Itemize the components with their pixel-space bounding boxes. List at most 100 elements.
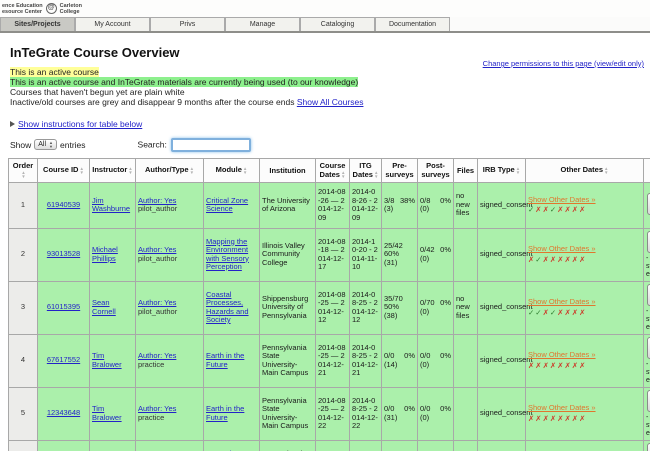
logo-line1: ence Education: [2, 2, 43, 9]
change-permissions-link[interactable]: Change permissions to this page (view/ed…: [483, 59, 644, 68]
module-link[interactable]: Earth in the Future: [206, 351, 244, 369]
x-icon: ✗: [579, 307, 587, 317]
files-cell: [453, 386, 478, 441]
serc-logo: ence Education esource Center @ Carleton…: [2, 3, 82, 15]
author-type-text: pilot_author: [138, 204, 178, 213]
notes-cell: NewNote »- unknown students exist: [643, 280, 650, 335]
note-extra-text: - unknown students exist: [646, 360, 650, 384]
col-header-pre-surveys[interactable]: Pre-surveys: [381, 157, 418, 183]
table-row: 6 71435858 Tim Bralower Author: Yespilot…: [8, 439, 650, 451]
tab-cataloging[interactable]: Cataloging: [300, 17, 375, 31]
other-dates-cell: Show Other Dates »✗✗✗✗✗✗✗✗: [525, 386, 644, 441]
legend-active-integrate: This is an active course and InTeGrate m…: [10, 77, 359, 87]
course-id-link[interactable]: 61940539: [47, 200, 80, 209]
module-link[interactable]: Mapping the Environment with Sensory Per…: [206, 237, 249, 272]
tab-privs[interactable]: Privs: [150, 17, 225, 31]
tab-documentation[interactable]: Documentation: [375, 17, 450, 31]
college-line2: College: [59, 8, 80, 15]
instructor-link[interactable]: Jim Washburne: [92, 196, 130, 214]
course-id-cell: 67617552: [37, 333, 90, 388]
legend-active-course: This is an active course: [10, 67, 99, 77]
at-sign-icon: @: [45, 3, 57, 14]
search-input[interactable]: [170, 137, 251, 152]
instructor-link[interactable]: Tim Bralower: [92, 404, 122, 422]
expand-arrow-icon: [10, 120, 15, 127]
instructor-link[interactable]: Sean Cornell: [92, 298, 116, 316]
main-nav-tabbar: Sites/Projects My Account Privs Manage C…: [0, 17, 650, 33]
tab-manage[interactable]: Manage: [225, 17, 300, 31]
notes-cell: NewNote »- unknown students exist: [643, 386, 650, 441]
col-header-itg-dates[interactable]: ITG Dates▲ ▼: [349, 157, 382, 183]
tab-sites-projects[interactable]: Sites/Projects: [0, 17, 75, 31]
course-id-link[interactable]: 12343648: [47, 408, 80, 418]
col-header-irb-type[interactable]: IRB Type▲ ▼: [477, 157, 526, 183]
col-header-module[interactable]: Module▲ ▼: [203, 157, 260, 183]
tab-my-account[interactable]: My Account: [75, 17, 150, 31]
show-other-dates-link[interactable]: Show Other Dates »: [528, 195, 596, 204]
sort-icon: ▲ ▼: [79, 165, 84, 175]
order-cell: 1: [8, 181, 38, 229]
author-link[interactable]: Author: Yes: [138, 298, 176, 307]
course-id-link[interactable]: 61015395: [47, 302, 80, 312]
show-other-dates-link[interactable]: Show Other Dates »: [528, 403, 596, 412]
author-link[interactable]: Author: Yes: [138, 404, 176, 413]
post-surveys-cell: 0/00%(0): [417, 333, 454, 388]
check-icon: ✓: [535, 307, 543, 317]
module-link[interactable]: Coastal Processes, Hazards and Society: [206, 290, 249, 325]
show-instructions-toggle[interactable]: Show instructions for table below: [18, 119, 142, 129]
notes-cell: NewNote »- unknown students exist: [643, 333, 650, 388]
col-header-notes[interactable]: Notes▲▼: [643, 157, 650, 183]
col-header-institution[interactable]: Institution: [259, 157, 316, 183]
x-icon: ✗: [579, 360, 587, 370]
order-cell: 6: [8, 439, 38, 451]
col-header-author-type[interactable]: Author/Type▲ ▼: [135, 157, 204, 183]
col-header-files[interactable]: Files: [453, 157, 478, 183]
other-dates-cell: Show Other Dates » ✓✗✗✓✗✗✗✗: [525, 181, 644, 229]
author-type-text: pilot_author: [138, 253, 178, 263]
author-link[interactable]: Author: Yes: [138, 245, 176, 254]
pre-surveys-cell: 0/00%(14): [381, 333, 418, 388]
show-label: Show: [10, 139, 32, 150]
irb-type-cell: signed_consent: [477, 227, 533, 282]
order-cell: 4: [8, 333, 38, 388]
module-link[interactable]: Critical Zone Science: [206, 196, 248, 214]
pre-surveys-cell: 35/70 50% (38): [381, 280, 418, 335]
irb-type-cell: signed_consent: [477, 386, 533, 441]
table-row: 1 61940539 Jim Washburne Author: Yes pilo…: [8, 181, 650, 229]
show-all-courses-link[interactable]: Show All Courses: [297, 97, 364, 107]
institution-cell: Illinois Valley Community College: [259, 227, 316, 282]
notes-cell: NewNote »- unknown students exist: [643, 439, 650, 451]
author-type-cell: Author: Yes pilot_author: [135, 181, 204, 229]
sort-icon: ▲ ▼: [242, 165, 248, 175]
col-header-course-dates[interactable]: Course Dates▲ ▼: [315, 157, 350, 183]
author-type-cell: Author: Yes practice: [135, 386, 204, 441]
course-id-link[interactable]: 93013528: [47, 249, 80, 259]
col-header-instructor[interactable]: Instructor▲ ▼: [89, 157, 136, 183]
col-header-course-id[interactable]: Course ID▲ ▼: [37, 157, 90, 183]
show-other-dates-link[interactable]: Show Other Dates »: [528, 350, 596, 359]
course-table-wrap: Order▲ ▼ Course ID▲ ▼ Instructor▲ ▼ Author/…: [8, 157, 650, 451]
note-extra-text: - unknown students exist: [646, 254, 650, 278]
col-header-post-surveys[interactable]: Post-surveys: [417, 157, 454, 183]
itg-dates-cell: 2014-10-20 - 2014-11-10: [349, 227, 382, 282]
col-header-other-dates[interactable]: Other Dates▲ ▼: [525, 157, 644, 183]
itg-dates-cell: 2014-09-01 - 2014-12-14: [349, 439, 382, 451]
instructor-cell: Tim Bralower: [89, 333, 136, 388]
course-id-link[interactable]: 67617552: [47, 355, 80, 365]
col-header-order[interactable]: Order▲ ▼: [8, 157, 38, 183]
legend-inactive: Inactive/old courses are grey and disapp…: [10, 97, 295, 107]
show-entries-select[interactable]: All ▲ ▼: [34, 139, 58, 150]
instructor-link[interactable]: Tim Bralower: [92, 351, 122, 369]
table-row: 5 12343648 Tim Bralower Author: Yes pract…: [8, 386, 650, 441]
pre-surveys-cell: 3/8 38% (3): [381, 181, 418, 229]
other-dates-cell: Show Other Dates » ✓✓✗✓✗✗✗✗: [525, 280, 644, 335]
show-other-dates-link[interactable]: Show Other Dates »: [528, 297, 596, 306]
institution-cell: Pennsylvania State University-Main Campu…: [259, 439, 316, 451]
x-icon: ✗: [571, 360, 580, 370]
author-link[interactable]: Author: Yes: [138, 351, 176, 360]
order-cell: 2: [8, 227, 38, 282]
show-other-dates-link[interactable]: Show Other Dates »: [528, 244, 596, 253]
author-type-cell: Author: Yes pilot_author: [135, 227, 204, 282]
module-link[interactable]: Earth in the Future: [206, 404, 244, 422]
instructor-link[interactable]: Michael Phillips: [92, 245, 118, 263]
